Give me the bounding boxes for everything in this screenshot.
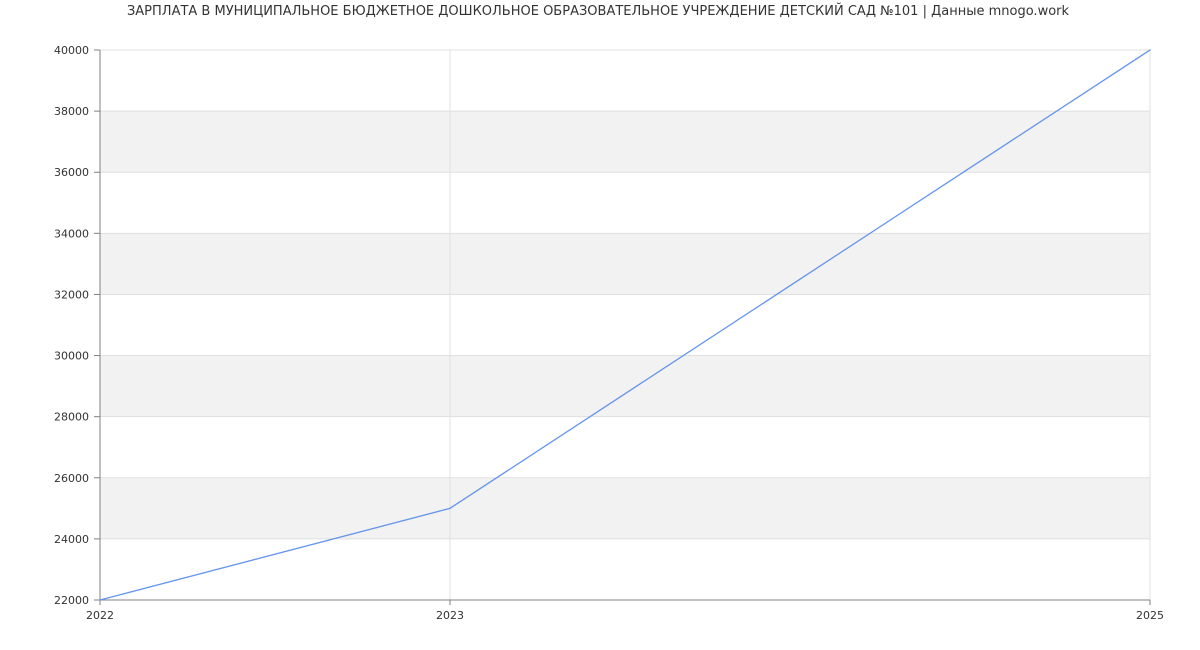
y-tick-label: 40000 xyxy=(54,44,89,57)
x-tick-label: 2025 xyxy=(1136,609,1164,622)
x-axis-tick-labels: 2022 2023 2025 xyxy=(86,609,1164,622)
y-tick-label: 38000 xyxy=(54,105,89,118)
data-point xyxy=(449,507,451,510)
x-tick-label: 2023 xyxy=(436,609,464,622)
y-tick-label: 28000 xyxy=(54,411,89,424)
y-tick-label: 36000 xyxy=(54,166,89,179)
data-point xyxy=(1149,49,1151,51)
y-axis-tick-labels: 22000 24000 26000 28000 30000 32000 34000 36000… xyxy=(54,44,89,607)
background-bands xyxy=(100,111,1150,539)
background-band xyxy=(100,233,1150,295)
y-tick-label: 26000 xyxy=(54,472,89,485)
background-band xyxy=(100,111,1150,173)
y-tick-label: 30000 xyxy=(54,350,89,363)
y-tick-label: 24000 xyxy=(54,533,89,546)
y-tick-label: 34000 xyxy=(54,227,89,240)
data-point xyxy=(99,599,101,601)
y-tick-label: 22000 xyxy=(54,594,89,607)
x-tick-label: 2022 xyxy=(86,609,114,622)
y-tick-label: 32000 xyxy=(54,288,89,301)
background-band xyxy=(100,477,1150,539)
line-chart: 22000 24000 26000 28000 30000 32000 34000 36000… xyxy=(54,44,1164,622)
background-band xyxy=(100,355,1150,417)
